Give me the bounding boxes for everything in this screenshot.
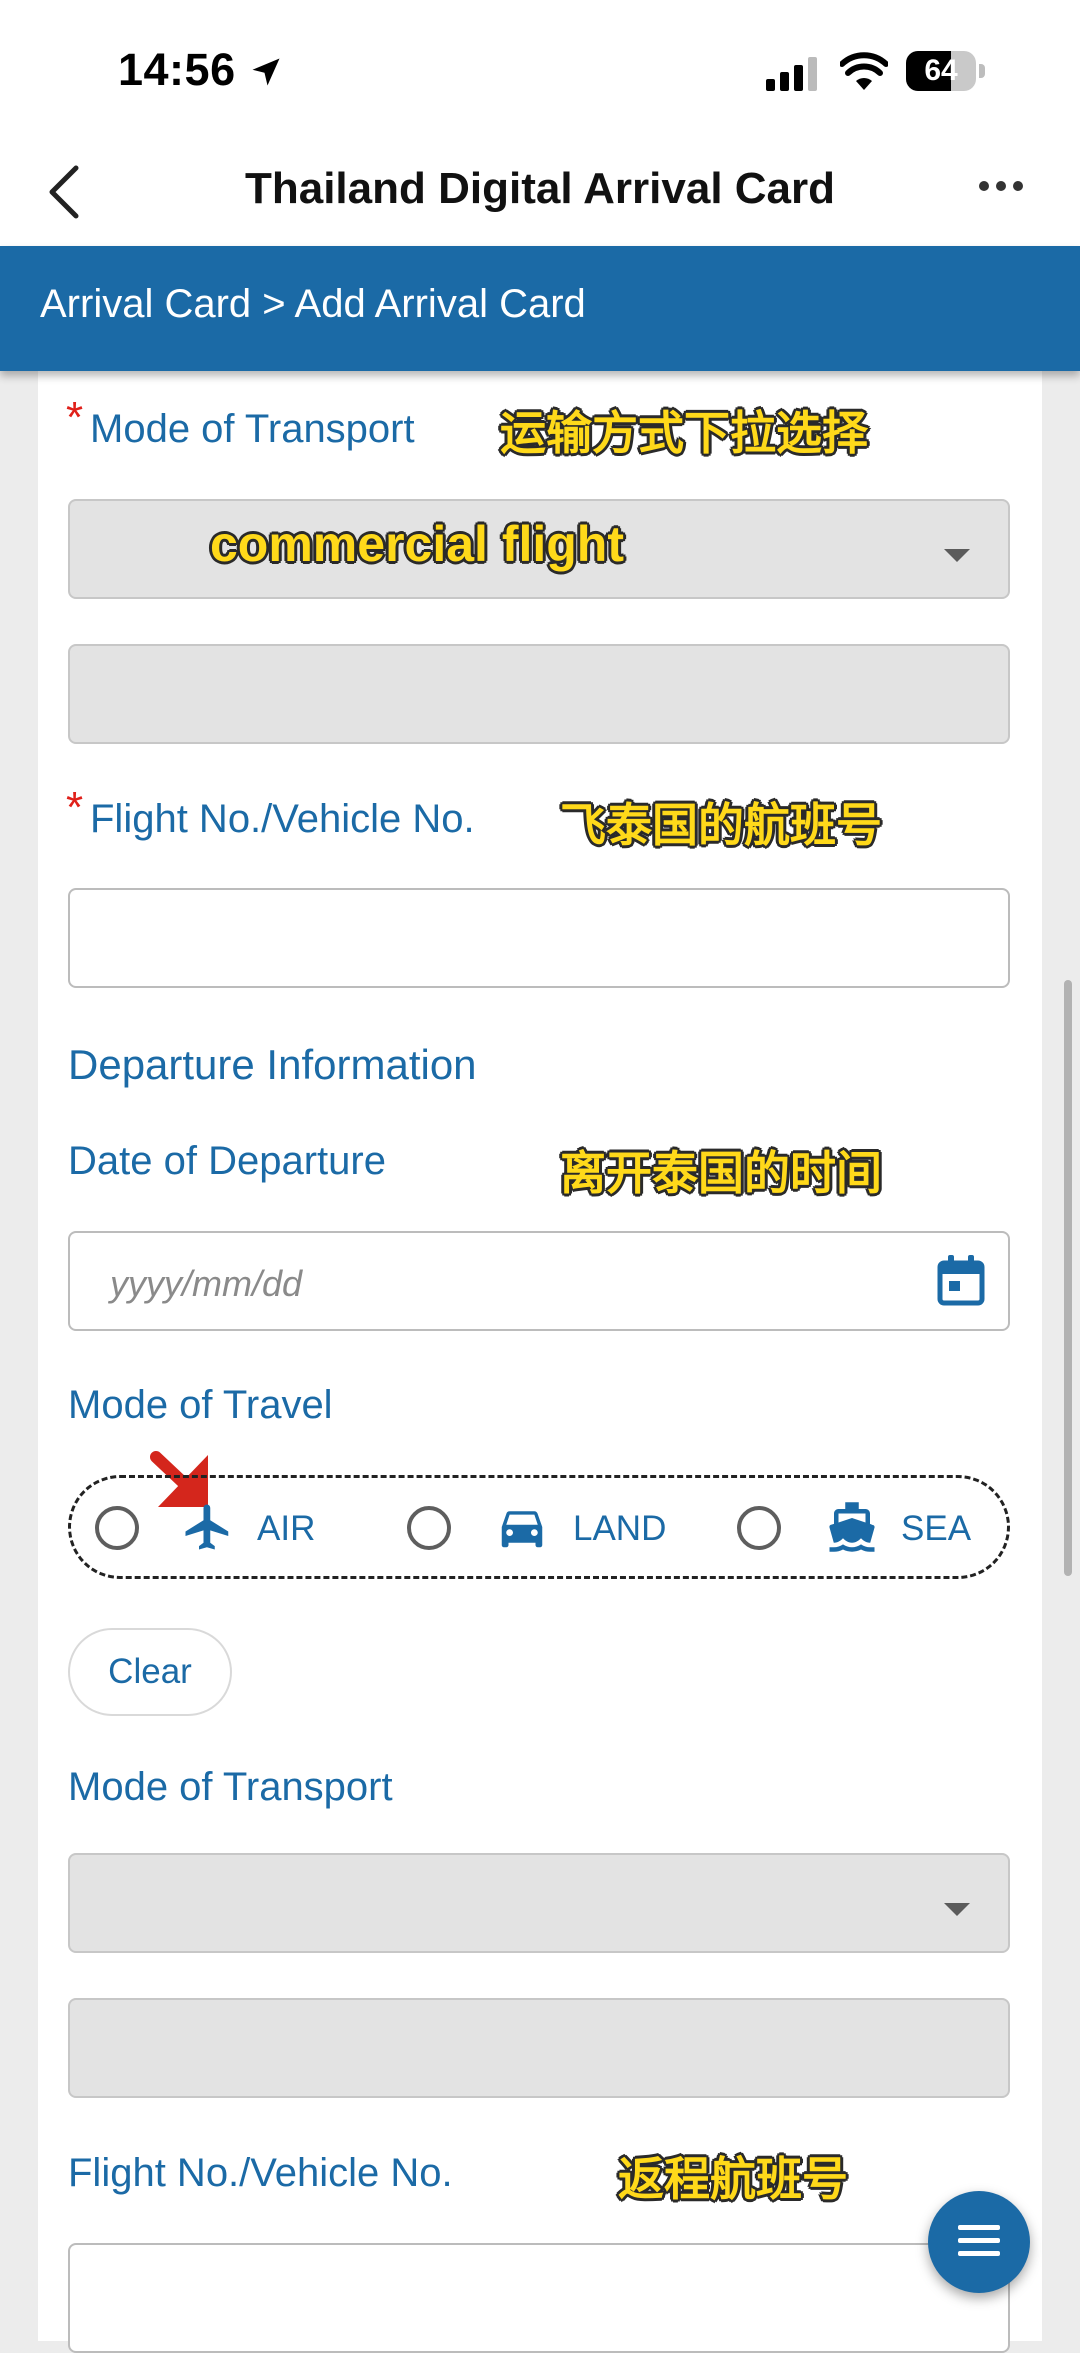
annotation-transport: 运输方式下拉选择: [500, 407, 868, 459]
calendar-icon[interactable]: [936, 1255, 986, 1307]
car-icon: [501, 1511, 543, 1548]
return-flight-number-label: Flight No./Vehicle No.: [68, 2151, 453, 2195]
required-mark: *: [66, 783, 84, 832]
chevron-down-icon: [944, 1903, 970, 1916]
annotation-departure-date: 离开泰国的时间: [560, 1147, 882, 1199]
date-placeholder: yyyy/mm/dd: [110, 1263, 303, 1304]
departure-section-title: Departure Information: [68, 1041, 477, 1088]
chevron-down-icon: [944, 549, 970, 562]
menu-fab-button[interactable]: [928, 2191, 1030, 2293]
scrollbar[interactable]: [1064, 980, 1072, 1576]
mode-of-transport-label: Mode of Transport: [90, 407, 415, 451]
option-label-land: LAND: [573, 1509, 667, 1548]
radio-sea[interactable]: [737, 1506, 781, 1550]
date-of-departure-input[interactable]: yyyy/mm/dd: [68, 1231, 1010, 1331]
option-label-air: AIR: [257, 1509, 316, 1548]
form-card: * Mode of Transport 运输方式下拉选择 commercial …: [38, 371, 1042, 2353]
mode-of-travel-radio-group: AIR LAND SEA: [68, 1475, 1010, 1579]
airplane-icon: [185, 1504, 229, 1550]
hamburger-menu-icon: [958, 2225, 1000, 2256]
flight-number-input[interactable]: [68, 888, 1010, 988]
back-chevron-icon[interactable]: [44, 162, 84, 222]
cellular-signal-icon: [766, 57, 817, 91]
option-label-sea: SEA: [901, 1509, 972, 1548]
header-bar: Arrival Card > Add Arrival Card: [0, 246, 1080, 371]
required-mark: *: [66, 393, 84, 442]
breadcrumb: Arrival Card > Add Arrival Card: [40, 282, 586, 326]
status-bar: 14:56 64: [0, 0, 1080, 140]
radio-land[interactable]: [407, 1506, 451, 1550]
annotation-flight: 飞泰国的航班号: [560, 799, 882, 851]
return-mode-of-transport-label: Mode of Transport: [68, 1765, 393, 1809]
ship-icon: [829, 1502, 875, 1552]
date-of-departure-label: Date of Departure: [68, 1139, 386, 1183]
mode-of-transport-select[interactable]: commercial flight: [68, 499, 1010, 599]
page-title: Thailand Digital Arrival Card: [244, 164, 836, 213]
more-options-icon[interactable]: [978, 176, 1024, 196]
mode-of-travel-label: Mode of Travel: [68, 1383, 333, 1427]
wifi-icon: [840, 52, 888, 90]
transport-detail-field: [68, 644, 1010, 744]
location-arrow-icon: [252, 58, 280, 86]
clear-button[interactable]: Clear: [68, 1628, 232, 1716]
return-transport-detail-field: [68, 1998, 1010, 2098]
status-time: 14:56: [118, 44, 236, 95]
radio-air[interactable]: [95, 1506, 139, 1550]
annotation-return-flight: 返程航班号: [618, 2153, 848, 2205]
battery-level-text: 64: [924, 54, 958, 87]
selected-transport-value: commercial flight: [210, 516, 624, 572]
return-mode-of-transport-select[interactable]: [68, 1853, 1010, 1953]
nav-bar: Thailand Digital Arrival Card: [0, 140, 1080, 246]
return-flight-number-input[interactable]: [68, 2243, 1010, 2353]
battery-indicator: 64: [906, 51, 986, 91]
flight-number-label: Flight No./Vehicle No.: [90, 797, 475, 841]
